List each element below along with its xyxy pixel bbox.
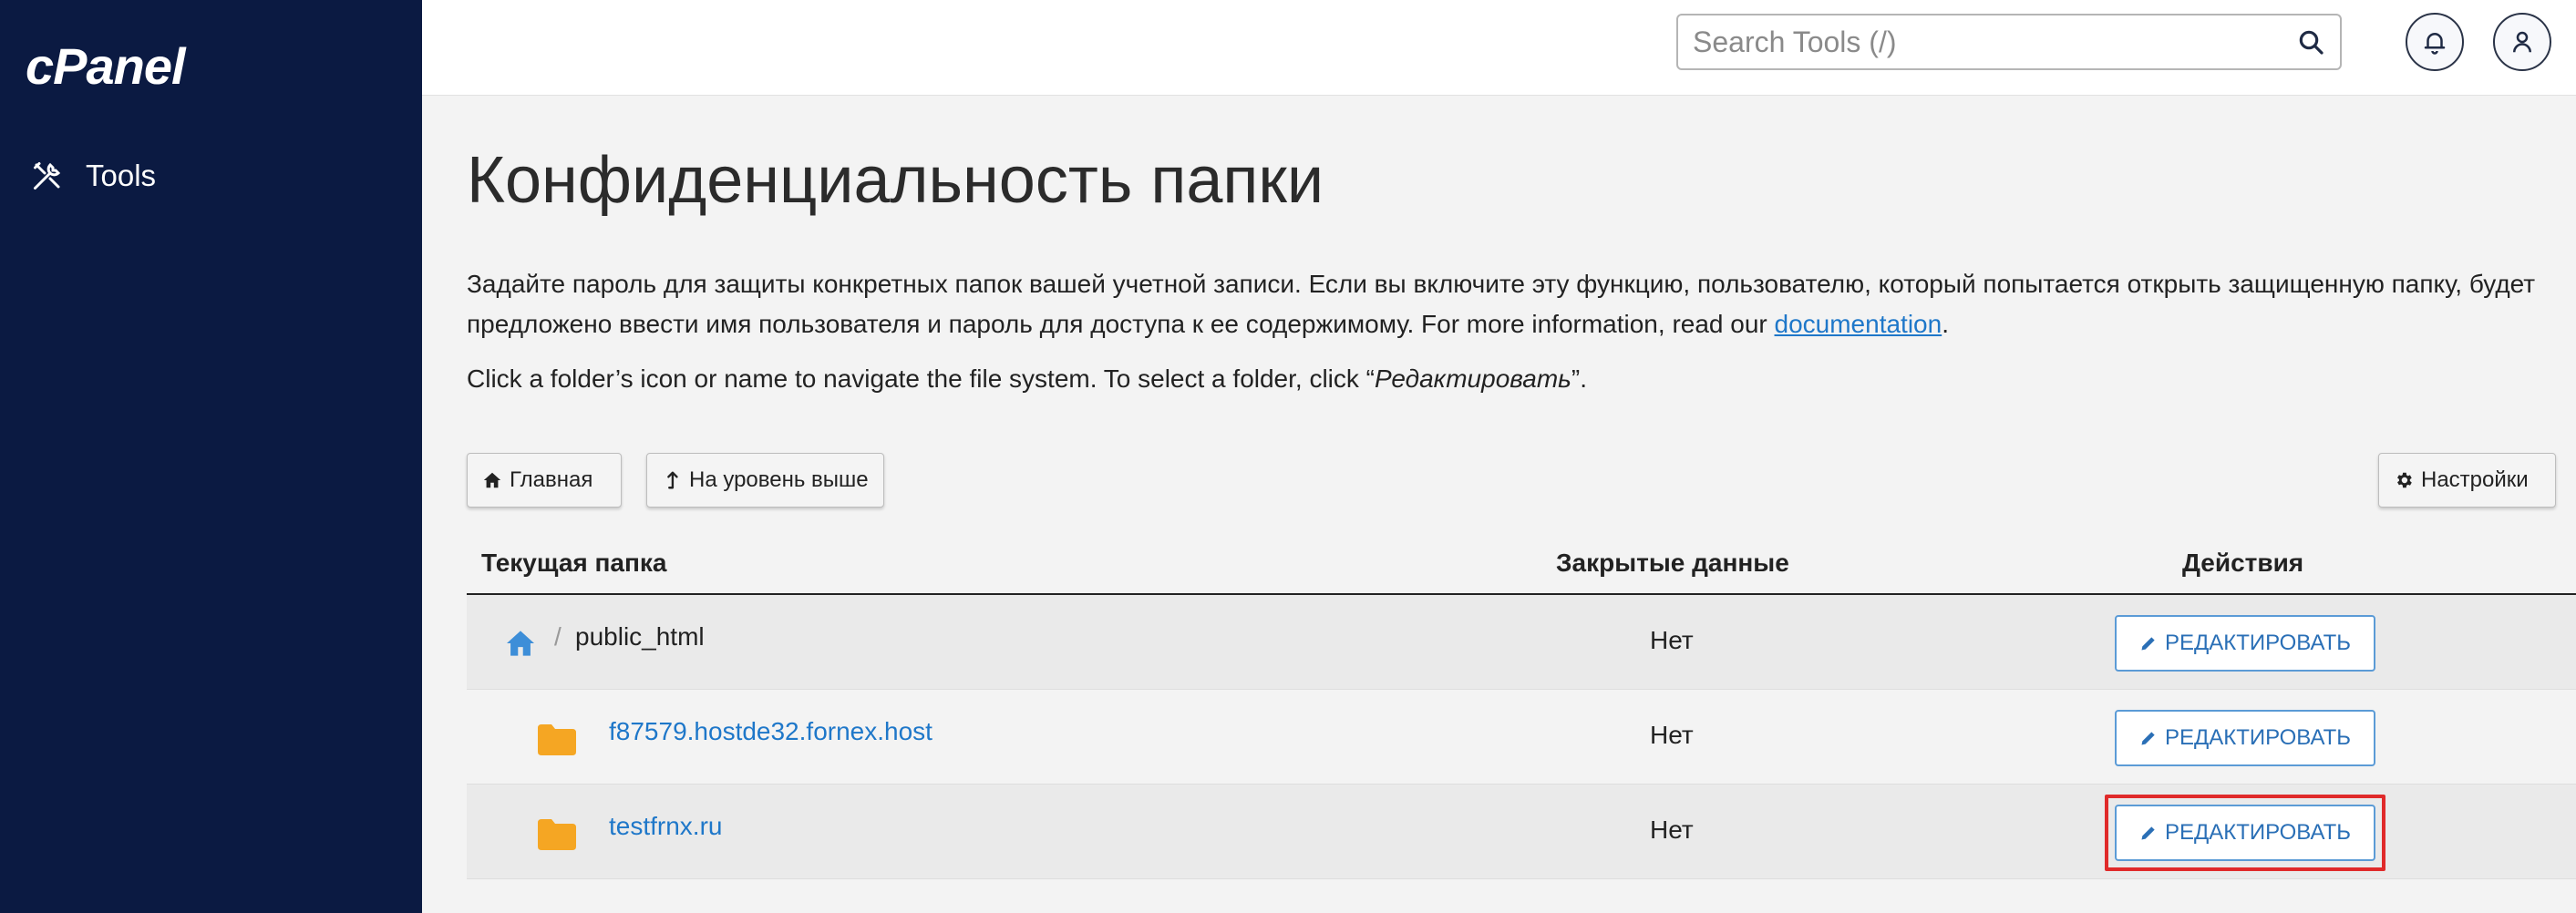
- edit-button[interactable]: РЕДАКТИРОВАТЬ: [2115, 615, 2375, 672]
- documentation-link[interactable]: documentation: [1775, 310, 1942, 338]
- protected-status: Нет: [1650, 626, 1694, 654]
- home-button-label: Главная: [510, 467, 593, 492]
- header-current-folder: Текущая папка: [481, 549, 667, 577]
- settings-button[interactable]: Настройки: [2378, 453, 2556, 508]
- search-input[interactable]: [1678, 15, 2280, 68]
- user-menu-button[interactable]: [2493, 13, 2551, 71]
- edit-button-label: РЕДАКТИРОВАТЬ: [2164, 820, 2352, 845]
- page-title: Конфиденциальность папки: [467, 144, 1324, 217]
- navigation-hint: Click a folder’s icon or name to navigat…: [467, 364, 1587, 394]
- pencil-icon: [2141, 826, 2155, 840]
- folder-link[interactable]: f87579.hostde32.fornex.host: [609, 717, 933, 746]
- edit-button[interactable]: РЕДАКТИРОВАТЬ: [2115, 805, 2375, 861]
- sidebar-item-tools[interactable]: Tools: [31, 159, 156, 193]
- table-header: Текущая папка Закрытые данные Действия: [467, 528, 2576, 595]
- description-suffix: .: [1942, 310, 1949, 338]
- folder-link[interactable]: testfrnx.ru: [609, 812, 722, 841]
- page-description: Задайте пароль для защиты конкретных пап…: [467, 264, 2545, 344]
- topbar: [422, 0, 2576, 96]
- protected-status: Нет: [1650, 721, 1694, 749]
- table-row: testfrnx.ru Нет РЕДАКТИРОВАТЬ: [467, 785, 2576, 879]
- search-icon[interactable]: [2296, 27, 2325, 56]
- header-protected: Закрытые данные: [1556, 549, 1789, 577]
- edit-button-label: РЕДАКТИРОВАТЬ: [2164, 725, 2352, 750]
- description-text: Задайте пароль для защиты конкретных пап…: [467, 270, 2536, 338]
- bell-icon: [2424, 33, 2446, 55]
- edit-button[interactable]: РЕДАКТИРОВАТЬ: [2115, 710, 2375, 766]
- up-button-label: На уровень выше: [689, 467, 869, 492]
- protected-status: Нет: [1650, 816, 1694, 844]
- path-separator: /: [554, 622, 562, 651]
- home-button[interactable]: Главная: [467, 453, 622, 508]
- sidebar: cPanel Tools: [0, 0, 422, 913]
- level-up-icon: [667, 471, 678, 489]
- folder-icon[interactable]: [538, 819, 576, 850]
- pencil-icon: [2141, 732, 2155, 745]
- current-folder-name: public_html: [575, 622, 705, 651]
- settings-button-label: Настройки: [2421, 467, 2529, 492]
- gear-icon: [2397, 472, 2412, 488]
- hint-suffix: ”.: [1571, 364, 1587, 393]
- home-icon: [483, 472, 501, 488]
- home-icon[interactable]: [505, 630, 536, 657]
- table-row: f87579.hostde32.fornex.host Нет РЕДАКТИР…: [467, 690, 2576, 785]
- hint-prefix: Click a folder’s icon or name to navigat…: [467, 364, 1376, 393]
- pencil-icon: [2141, 637, 2155, 651]
- table-row: / public_html Нет РЕДАКТИРОВАТЬ: [467, 595, 2576, 690]
- up-one-level-button[interactable]: На уровень выше: [646, 453, 884, 508]
- notifications-button[interactable]: [2406, 13, 2464, 71]
- header-actions: Действия: [2182, 549, 2304, 577]
- search-box: [1676, 14, 2342, 70]
- folder-icon[interactable]: [538, 724, 576, 755]
- user-icon: [2513, 31, 2531, 53]
- folder-table: Текущая папка Закрытые данные Действия /…: [467, 528, 2576, 879]
- tools-icon: [34, 162, 61, 190]
- edit-button-label: РЕДАКТИРОВАТЬ: [2164, 631, 2352, 655]
- sidebar-item-label: Tools: [86, 159, 157, 192]
- hint-emphasis: Редактировать: [1375, 364, 1571, 393]
- cpanel-logo[interactable]: cPanel: [26, 36, 186, 96]
